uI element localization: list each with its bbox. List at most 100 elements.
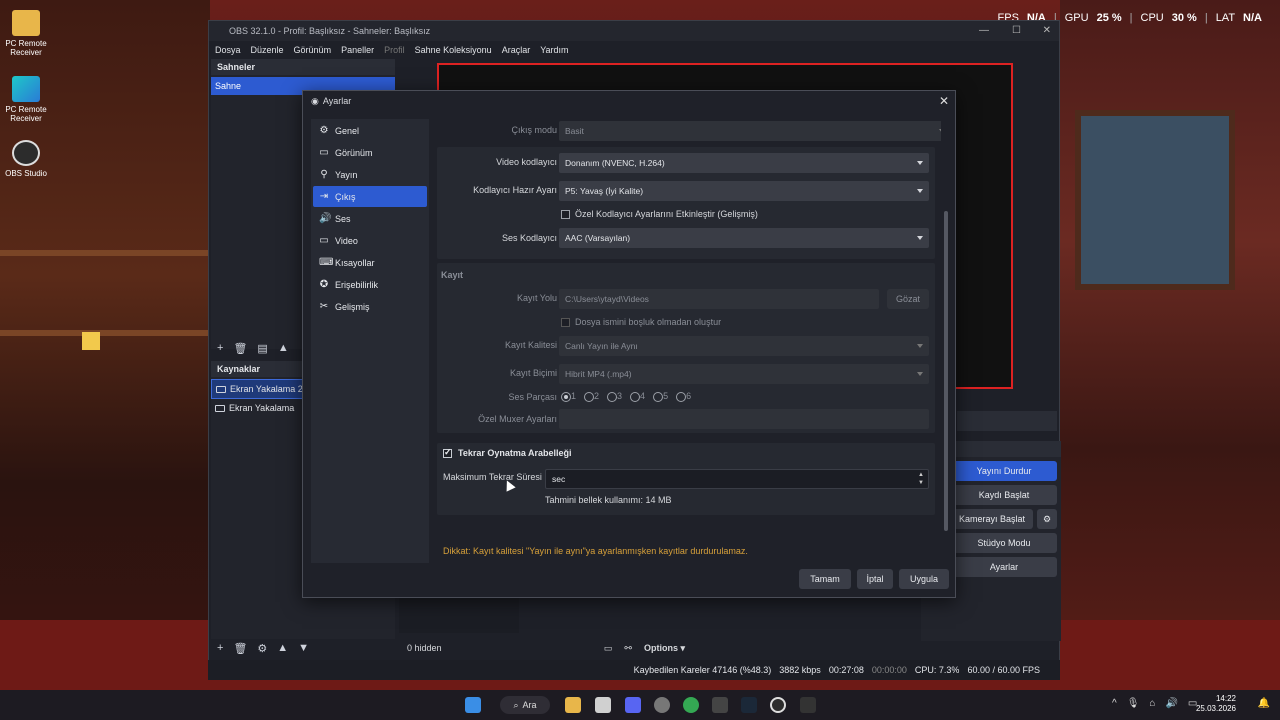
video-encoder-label: Video kodlayıcı [496,157,557,167]
menu-duzenle[interactable]: Düzenle [251,45,284,55]
track-radio[interactable]: 4 [630,391,645,402]
transition-select[interactable] [957,411,1057,431]
track-radio[interactable]: 5 [653,391,668,402]
sidebar-item-yayin[interactable]: ⚲ Yayın [313,164,427,185]
track-radio[interactable]: 3 [607,391,622,402]
filters-icon[interactable]: ▤ [257,342,267,355]
network-icon[interactable]: ⌂ [1149,698,1155,709]
max-replay-spinbox[interactable]: sec ▲ ▼ [545,469,929,489]
track-radio[interactable]: 6 [676,391,691,402]
link-icon[interactable]: ⚯ [624,643,632,654]
dialog-titlebar: ◉ Ayarlar ✕ [303,91,955,111]
encoder-preset-select[interactable]: P5: Yavaş (İyi Kalite) [559,181,929,201]
folder-icon [12,10,40,36]
close-icon[interactable]: ✕ [1043,25,1051,36]
microphone-icon[interactable]: 🎙 [1127,698,1140,709]
rec-path-input[interactable]: C:\Users\ytayd\Videos [559,289,879,309]
chrome-icon[interactable] [683,697,699,713]
settings-gear-icon[interactable] [654,697,670,713]
menu-dosya[interactable]: Dosya [215,45,241,55]
ok-button[interactable]: Tamam [799,569,851,589]
source-settings-icon[interactable]: ⚙ [257,642,267,655]
stop-stream-button[interactable]: Yayını Durdur [951,461,1057,481]
cancel-button[interactable]: İptal [857,569,893,589]
app-taskbar-icon[interactable] [800,697,816,713]
rec-format-label: Kayıt Biçimi [509,368,557,378]
discord-icon[interactable] [625,697,641,713]
muxer-input[interactable] [559,409,929,429]
audio-encoder-select[interactable]: AAC (Varsayılan) [559,228,929,248]
output-mode-select[interactable]: Basit [559,121,941,141]
layout-icon[interactable]: ▭ [604,643,613,654]
chevron-up-icon[interactable]: ^ [1112,698,1117,709]
desktop-icon-pc-remote-app[interactable]: PC Remote Receiver [4,76,48,123]
video-encoder-select[interactable]: Donanım (NVENC, H.264) [559,153,929,173]
notifications-icon[interactable]: 🔔 [1258,698,1270,709]
add-source-icon[interactable]: + [217,642,223,654]
menu-profil[interactable]: Profil [384,45,405,55]
sidebar-item-video[interactable]: ▭ Video [313,230,427,251]
keyboard-icon: ⌨ [319,257,334,268]
sidebar-item-cikis[interactable]: ⇥ Çıkış [313,186,427,207]
options-button[interactable]: Options ▾ [644,643,685,654]
move-up-icon[interactable]: ▲ [278,342,289,354]
studio-mode-button[interactable]: Stüdyo Modu [951,533,1057,553]
dialog-close-icon[interactable]: ✕ [939,94,949,108]
obs-menubar: Dosya Düzenle Görünüm Paneller Profil Sa… [209,41,1059,59]
remove-scene-icon[interactable]: 🗑 [233,342,247,355]
menu-araclar[interactable]: Araçlar [502,45,531,55]
settings-button[interactable]: Ayarlar [951,557,1057,577]
settings-scrollbar[interactable] [944,211,948,531]
sidebar-item-gelismis[interactable]: ✂ Gelişmiş [313,296,427,317]
sidebar-item-genel[interactable]: ⚙ Genel [313,120,427,141]
apply-button[interactable]: Uygula [899,569,949,589]
file-explorer-icon[interactable] [565,697,581,713]
obs-taskbar-icon[interactable] [770,697,786,713]
menu-yardim[interactable]: Yardım [540,45,568,55]
sidebar-item-ses[interactable]: 🔊 Ses [313,208,427,229]
checkbox-icon [443,447,452,458]
taskbar-search[interactable]: ⌕ Ara [500,696,550,714]
start-recording-button[interactable]: Kaydı Başlat [951,485,1057,505]
output-icon: ⇥ [319,191,329,202]
settings-sidebar: ⚙ Genel ▭ Görünüm ⚲ Yayın ⇥ Çıkış 🔊 Ses ▭ Vide… [311,119,429,563]
move-up-icon[interactable]: ▲ [277,642,288,654]
chevron-down-icon [917,236,923,240]
maximize-icon[interactable]: ☐ [1012,25,1021,36]
capcut-icon[interactable] [712,697,728,713]
rec-format-select[interactable]: Hibrit MP4 (.mp4) [559,364,929,384]
menu-sahne-koleksiyonu[interactable]: Sahne Koleksiyonu [415,45,492,55]
lat-value: N/A [1243,12,1262,24]
windows-start-icon[interactable] [465,697,481,713]
custom-encoder-checkbox[interactable]: Özel Kodlayıcı Ayarlarını Etkinleştir (G… [561,209,758,219]
taskbar-clock[interactable]: 14:22 25.03.2026 [1196,694,1236,714]
checkbox-icon [561,317,570,327]
no-space-checkbox[interactable]: Dosya ismini boşluk olmadan oluştur [561,317,721,327]
steam-icon[interactable] [741,697,757,713]
desktop-icon-obs-studio[interactable]: OBS Studio [4,140,48,178]
store-icon[interactable] [595,697,611,713]
start-camera-button[interactable]: Kamerayı Başlat [951,509,1033,529]
volume-icon[interactable]: 🔊 [1165,698,1177,709]
menu-paneller[interactable]: Paneller [341,45,374,55]
desktop-icon-pc-remote-folder[interactable]: PC Remote Receiver [4,10,48,57]
replay-buffer-checkbox[interactable]: Tekrar Oynatma Arabelleği [443,447,572,458]
camera-settings-icon[interactable]: ⚙ [1037,509,1057,529]
track-radio[interactable]: 2 [584,391,599,402]
sidebar-item-kisayollar[interactable]: ⌨ Kısayollar [313,252,427,273]
sidebar-item-erisebilirlik[interactable]: ✪ Erişebilirlik [313,274,427,295]
track-radio[interactable]: 1 [561,391,576,402]
muxer-label: Özel Muxer Ayarları [478,414,557,424]
add-scene-icon[interactable]: + [217,342,223,354]
move-down-icon[interactable]: ▼ [298,642,309,654]
spin-arrows-icon[interactable]: ▲ ▼ [918,471,924,487]
sources-toolbar: + 🗑 ⚙ ▲ ▼ [211,639,395,657]
rec-quality-select[interactable]: Canlı Yayın ile Aynı [559,336,929,356]
menu-gorunum[interactable]: Görünüm [294,45,332,55]
audio-track-label: Ses Parçası [508,392,557,402]
minimize-icon[interactable]: — [979,25,989,36]
dropped-frames: Kaybedilen Kareler 47146 (%48.3) [633,665,772,675]
browse-button[interactable]: Gözat [887,289,929,309]
remove-source-icon[interactable]: 🗑 [233,642,247,655]
sidebar-item-gorunum[interactable]: ▭ Görünüm [313,142,427,163]
